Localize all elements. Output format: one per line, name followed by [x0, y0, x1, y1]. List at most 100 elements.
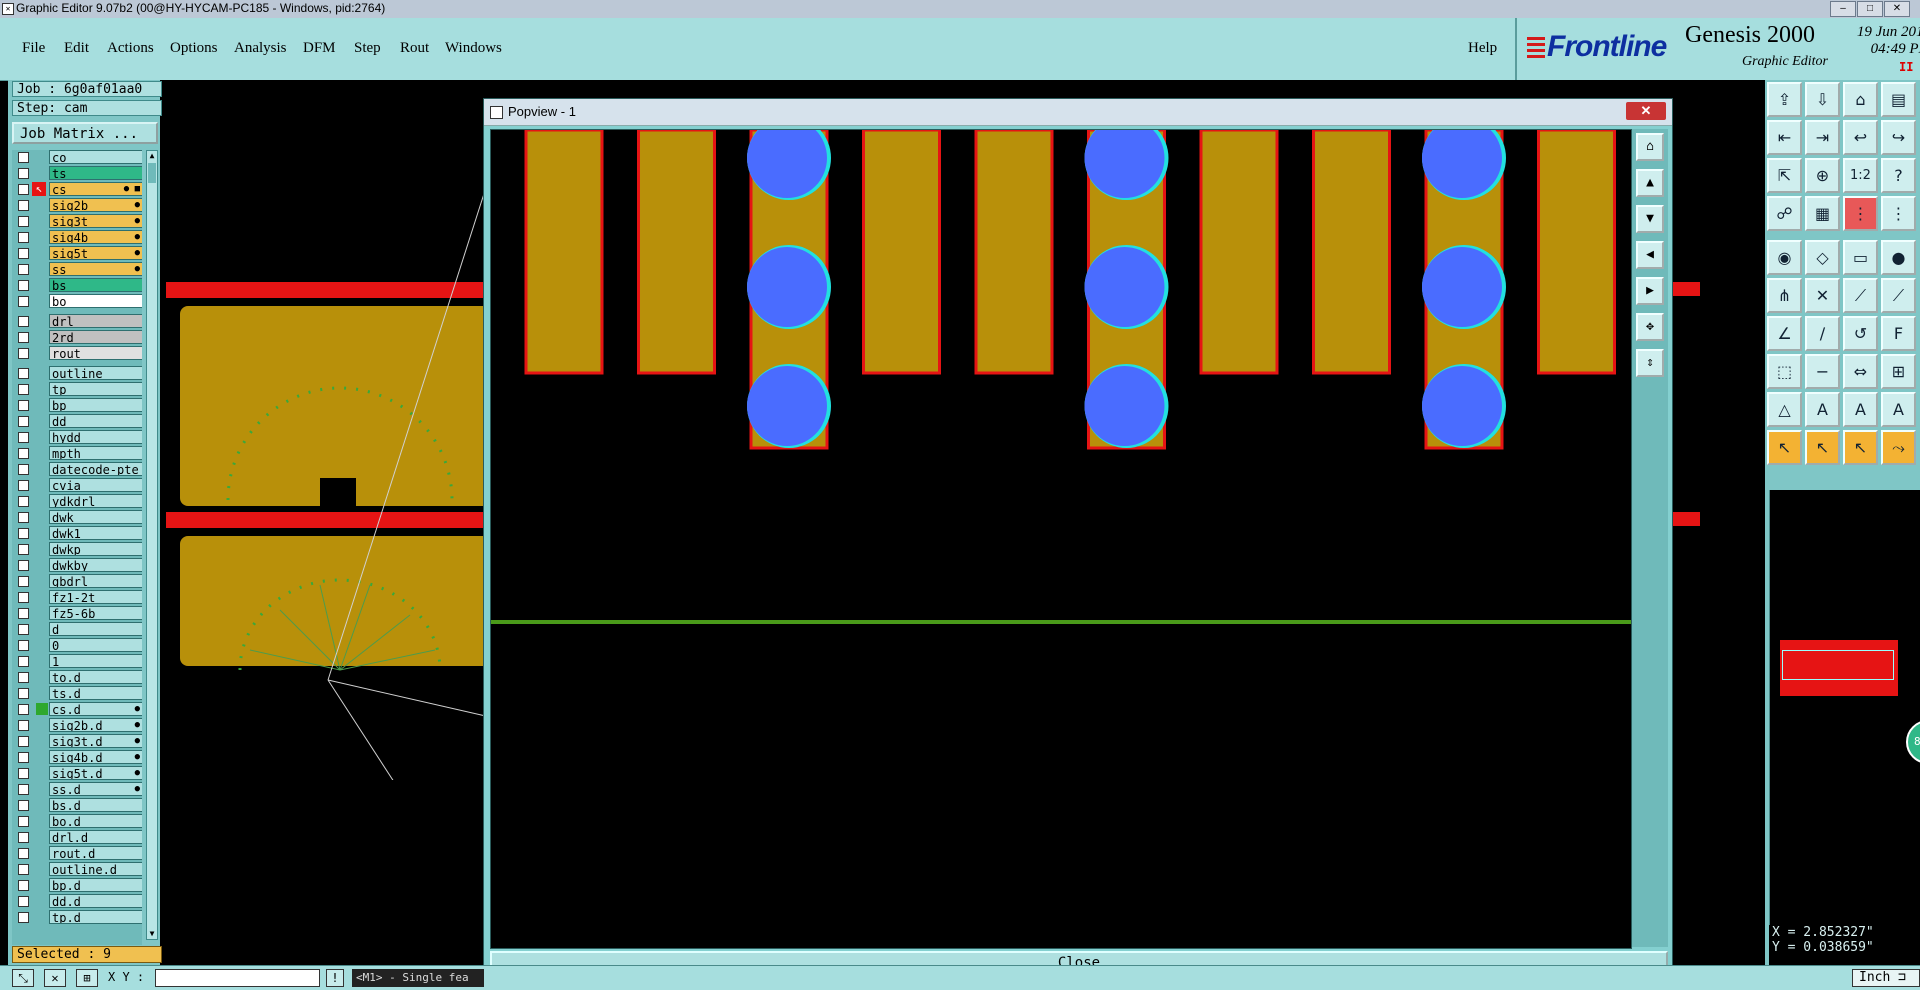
layer-row[interactable]: fz1-2t	[12, 590, 142, 604]
snap-icon[interactable]: ☍	[1767, 196, 1802, 231]
menu-options[interactable]: Options	[170, 40, 218, 57]
net-highlight-icon[interactable]: ⋮	[1843, 196, 1878, 231]
layer-row[interactable]: 1	[12, 654, 142, 668]
layer-checkbox[interactable]	[18, 496, 29, 507]
popview-close-x-button[interactable]: ✕	[1626, 102, 1666, 120]
layer-checkbox[interactable]	[18, 264, 29, 275]
layer-checkbox[interactable]	[18, 348, 29, 359]
add-line-icon[interactable]: ⟋	[1843, 278, 1878, 313]
layer-list-scrollbar[interactable]: ▲ ▼	[146, 150, 158, 940]
layer-name[interactable]: bs	[49, 278, 142, 292]
resize-icon[interactable]: ⇔	[1843, 354, 1878, 389]
pause-icon[interactable]: II	[1899, 60, 1913, 74]
layer-checkbox[interactable]	[18, 480, 29, 491]
drc-icon[interactable]: ⋮	[1881, 196, 1916, 231]
select-tool-icon[interactable]: ⤡	[12, 969, 34, 987]
layer-name[interactable]: 1	[49, 654, 142, 668]
layer-checkbox[interactable]	[18, 560, 29, 571]
popview-canvas[interactable]	[490, 129, 1632, 949]
popview-window[interactable]: Popview - 1 ✕ ⌂ ▲ ▼ ◀ ▶ ✥ ⇕ Close	[483, 98, 1673, 983]
ruler-icon[interactable]: ▭	[1843, 240, 1878, 275]
pad-rect[interactable]	[637, 130, 716, 375]
layer-name[interactable]: fz5-6b	[49, 606, 142, 620]
layer-row[interactable]: sig5t ●	[12, 246, 142, 260]
add-shape-icon[interactable]: ⊞	[1881, 354, 1916, 389]
layer-name[interactable]: outline	[49, 366, 142, 380]
layer-name[interactable]: d	[49, 622, 142, 636]
move-tool-icon[interactable]: ✕	[44, 969, 66, 987]
redo-icon[interactable]: ⇥	[1805, 120, 1840, 155]
layer-row[interactable]: sig4b ●	[12, 230, 142, 244]
layer-checkbox[interactable]	[18, 200, 29, 211]
layer-name[interactable]: bo	[49, 294, 142, 308]
layer-checkbox[interactable]	[18, 464, 29, 475]
layer-name[interactable]: bp.d	[49, 878, 142, 892]
layer-row[interactable]: bp	[12, 398, 142, 412]
layer-checkbox[interactable]	[18, 280, 29, 291]
drill-hole[interactable]	[747, 247, 827, 327]
measure-c-icon[interactable]: A	[1881, 392, 1916, 427]
layer-row[interactable]: sig5t.d ●	[12, 766, 142, 780]
pad-rect[interactable]	[862, 130, 941, 375]
layer-name[interactable]: sig4b.d	[49, 750, 142, 764]
info-icon[interactable]: !	[326, 969, 344, 987]
maximize-button[interactable]: □	[1857, 1, 1883, 17]
pv-pan-left-icon[interactable]: ◀	[1636, 241, 1664, 269]
layer-name[interactable]: sig5t.d	[49, 766, 142, 780]
layer-row[interactable]: tp.d	[12, 910, 142, 924]
layer-checkbox[interactable]	[18, 800, 29, 811]
layer-row[interactable]: dwk	[12, 510, 142, 524]
slash-icon[interactable]: ∕	[1805, 316, 1840, 351]
drill-hole[interactable]	[747, 366, 827, 446]
layer-row[interactable]: ts	[12, 166, 142, 180]
layer-row[interactable]: 2rd	[12, 330, 142, 344]
measure-a-icon[interactable]: A	[1805, 392, 1840, 427]
cross-icon[interactable]: ✕	[1805, 278, 1840, 313]
arc-icon[interactable]: ↺	[1843, 316, 1878, 351]
menu-actions[interactable]: Actions	[107, 40, 154, 57]
layer-row[interactable]: rout.d	[12, 846, 142, 860]
layer-checkbox[interactable]	[18, 640, 29, 651]
layer-name[interactable]: to.d	[49, 670, 142, 684]
layer-name[interactable]: sig3t.d	[49, 734, 142, 748]
layer-checkbox[interactable]	[18, 368, 29, 379]
triangle-icon[interactable]: △	[1767, 392, 1802, 427]
zoom-area-icon[interactable]: ⊕	[1805, 158, 1840, 193]
menu-windows[interactable]: Windows	[445, 40, 502, 57]
layer-name[interactable]: gbdrl	[49, 574, 142, 588]
measure-b-icon[interactable]: A	[1843, 392, 1878, 427]
layer-name[interactable]: dwkp	[49, 542, 142, 556]
layer-row[interactable]: dd	[12, 414, 142, 428]
layer-checkbox[interactable]	[18, 720, 29, 731]
layer-name[interactable]: ts.d	[49, 686, 142, 700]
layer-row[interactable]: ss ●	[12, 262, 142, 276]
layer-row[interactable]: dwkp	[12, 542, 142, 556]
zoom-fit-icon[interactable]: ⇱	[1767, 158, 1802, 193]
layer-checkbox[interactable]	[18, 896, 29, 907]
layer-checkbox[interactable]	[18, 816, 29, 827]
add-round-icon[interactable]: ●	[1881, 240, 1916, 275]
layer-checkbox[interactable]	[18, 232, 29, 243]
connect-icon[interactable]: ⋔	[1767, 278, 1802, 313]
home-icon[interactable]: ⌂	[1843, 82, 1878, 117]
layer-checkbox[interactable]	[18, 416, 29, 427]
layer-checkbox[interactable]	[18, 544, 29, 555]
undo-icon[interactable]: ⇤	[1767, 120, 1802, 155]
layer-row[interactable]: 0	[12, 638, 142, 652]
layer-name[interactable]: 0	[49, 638, 142, 652]
layer-checkbox[interactable]	[18, 448, 29, 459]
layer-name[interactable]: dd	[49, 414, 142, 428]
layer-checkbox[interactable]	[18, 752, 29, 763]
layer-row[interactable]: sig2b.d ●	[12, 718, 142, 732]
layer-checkbox[interactable]	[18, 624, 29, 635]
layer-row[interactable]: hydd	[12, 430, 142, 444]
layer-name[interactable]: sig2b.d	[49, 718, 142, 732]
layer-row[interactable]: sig2b ●	[12, 198, 142, 212]
drill-hole[interactable]	[1422, 247, 1502, 327]
save-icon[interactable]: ⇩	[1805, 82, 1840, 117]
pad-rect[interactable]	[1199, 130, 1279, 375]
layer-checkbox[interactable]	[18, 384, 29, 395]
drill-hole[interactable]	[1422, 366, 1502, 446]
layer-checkbox[interactable]	[18, 576, 29, 587]
layer-name[interactable]: cvia	[49, 478, 142, 492]
